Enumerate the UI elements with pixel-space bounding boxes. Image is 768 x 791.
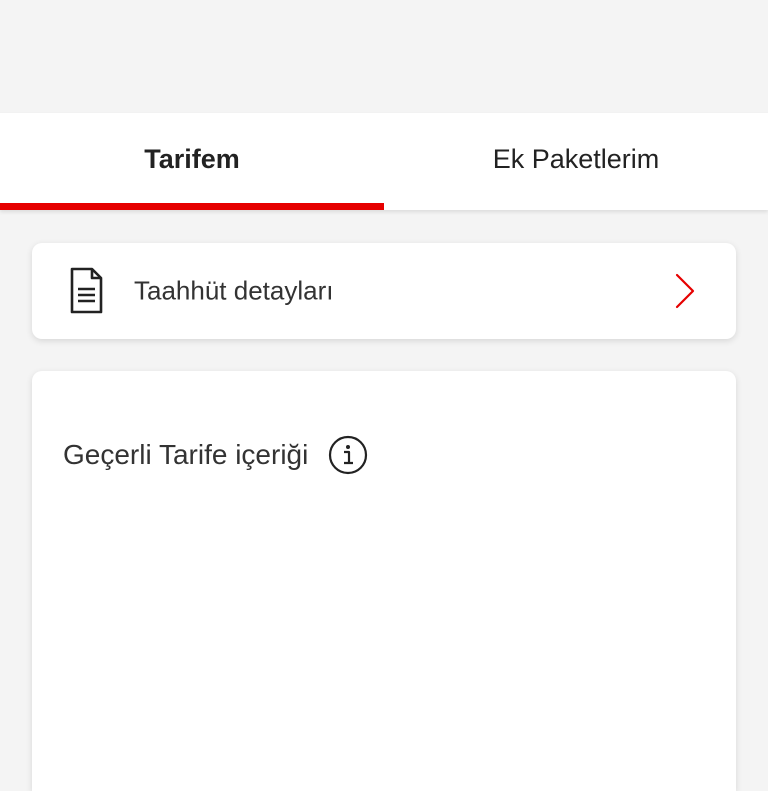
commitment-details-label: Taahhüt detayları (134, 275, 334, 306)
top-spacer (0, 0, 768, 113)
info-icon[interactable] (328, 435, 368, 475)
tab-tarifem-label: Tarifem (144, 144, 240, 174)
document-icon (70, 267, 103, 314)
chevron-right-icon (675, 273, 695, 309)
tab-ek-paketlerim-label: Ek Paketlerim (492, 144, 660, 174)
commitment-details-card[interactable]: Taahhüt detayları (32, 243, 736, 339)
tab-tarifem[interactable]: Tarifem (0, 113, 384, 210)
tab-bar: Tarifem Ek Paketlerim (0, 113, 768, 210)
current-tariff-card: Geçerli Tarife içeriği (32, 371, 736, 791)
tariff-title: Geçerli Tarife içeriği (63, 439, 309, 470)
active-tab-indicator (0, 203, 384, 210)
tab-ek-paketlerim[interactable]: Ek Paketlerim (384, 113, 768, 210)
tariff-title-row: Geçerli Tarife içeriği (63, 435, 368, 475)
